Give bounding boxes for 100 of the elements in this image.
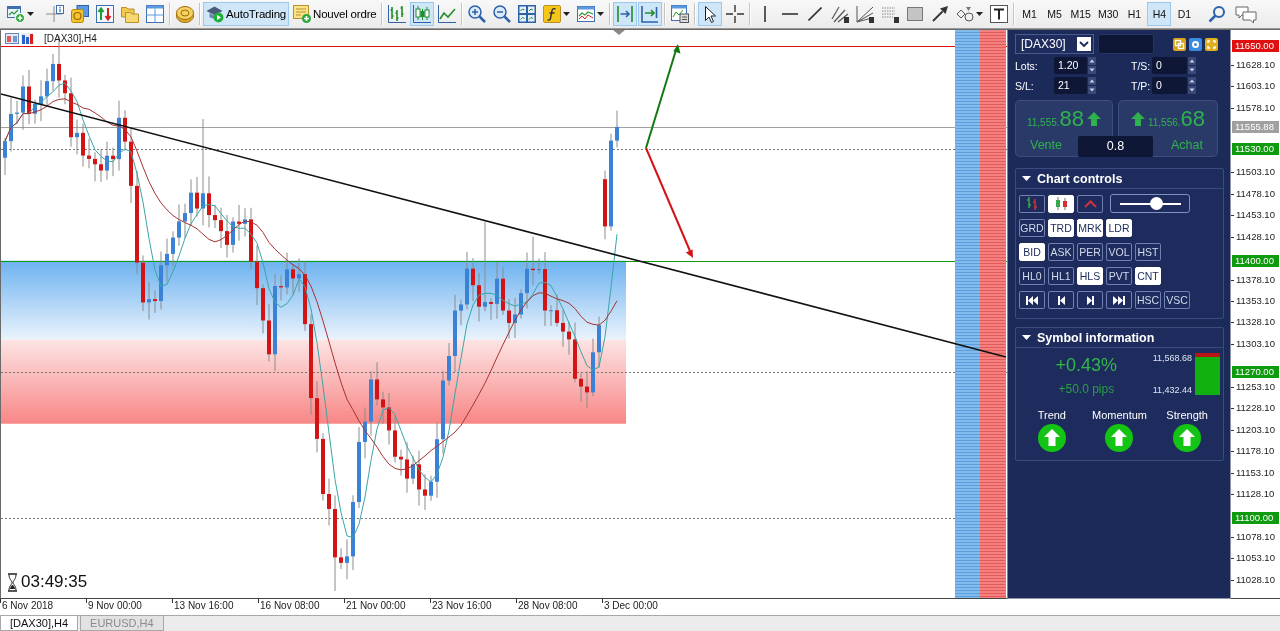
price-label: 11128.10	[1231, 488, 1275, 500]
timeframe-button[interactable]: M30	[1094, 2, 1122, 26]
toggle-button[interactable]: VOL	[1106, 243, 1132, 261]
symbol-select[interactable]: [DAX30]	[1015, 34, 1094, 54]
toggle-button[interactable]: LDR	[1106, 219, 1132, 237]
candlestick-button[interactable]	[410, 2, 435, 26]
timeframe-button[interactable]: D1	[1172, 2, 1197, 26]
trend-line-icon	[808, 7, 823, 21]
field-label: S/L:	[1015, 79, 1035, 92]
caret-down-icon	[27, 12, 34, 16]
timeframe-button[interactable]: M15	[1067, 2, 1094, 26]
template-icon	[577, 5, 596, 23]
toggle-button[interactable]: BID	[1019, 243, 1045, 261]
chart-tab[interactable]: [DAX30],H4	[0, 616, 79, 631]
function-icon	[543, 5, 562, 23]
input-field[interactable]: 0	[1152, 77, 1187, 94]
chat-icon	[1235, 5, 1258, 23]
input-field[interactable]: 0	[1152, 57, 1187, 74]
link-icon	[1173, 37, 1186, 51]
toggle-button[interactable]: CNT	[1135, 267, 1161, 285]
buy-button[interactable]: 11,556.68	[1118, 100, 1218, 136]
low-price: 11,432.44	[1152, 385, 1192, 395]
input-field[interactable]: 1.20	[1054, 57, 1087, 74]
indicator-label: Trend	[1037, 409, 1066, 421]
timeframe-button[interactable]: H4	[1147, 2, 1172, 26]
new-chart-icon	[7, 5, 25, 23]
autotrading-button[interactable]: AutoTrading	[203, 2, 290, 26]
toggle-button[interactable]: GRD	[1019, 219, 1045, 237]
price-marker: 11400.00	[1232, 254, 1279, 267]
first-bar-button[interactable]	[1019, 291, 1045, 309]
chart-shift-icon	[616, 5, 635, 23]
line-chart-button[interactable]	[1077, 194, 1103, 213]
scale-button[interactable]: HSC	[1135, 291, 1161, 309]
toggle-button[interactable]: HL1	[1048, 267, 1074, 285]
toggle-button[interactable]: MRK	[1077, 219, 1103, 237]
toggle-button[interactable]: TRD	[1048, 219, 1074, 237]
section-header[interactable]: Chart controls	[1016, 169, 1223, 189]
rectangle-icon	[907, 7, 924, 21]
section-header[interactable]: Symbol information	[1016, 328, 1223, 348]
window-layout-button[interactable]	[143, 2, 167, 26]
slider-thumb[interactable]	[1149, 197, 1163, 210]
skip-last-icon	[1113, 295, 1125, 305]
sell-button[interactable]: 11,555.88	[1015, 100, 1113, 136]
arrow-icon	[932, 6, 949, 22]
toggle-button[interactable]: HL0	[1019, 267, 1045, 285]
candlestick-icon	[1054, 197, 1068, 210]
price-marker: 11555.88	[1232, 120, 1279, 133]
timeframe-button[interactable]: H1	[1122, 2, 1147, 26]
line-chart-icon	[1083, 199, 1097, 208]
input-field[interactable]	[1098, 34, 1154, 54]
chart-properties-icon	[671, 5, 690, 23]
caret-down-icon	[597, 12, 605, 16]
auto-scroll-button[interactable]	[638, 2, 663, 26]
navigator-button[interactable]	[93, 2, 117, 26]
text-icon	[990, 5, 1009, 23]
timeframe-button[interactable]: M5	[1042, 2, 1067, 26]
change-percent: +0.43%	[1055, 355, 1118, 376]
timeframe-button[interactable]: M1	[1017, 2, 1042, 26]
cursor-button[interactable]	[698, 2, 723, 26]
coin-icon	[176, 5, 194, 23]
spinner-icon	[1087, 57, 1096, 74]
auto-scroll-icon	[641, 5, 660, 23]
bar-chart-icon	[1026, 197, 1038, 210]
toggle-button[interactable]: HST	[1135, 243, 1161, 261]
cursor-icon	[705, 5, 716, 23]
buy-label[interactable]: Achat	[1153, 136, 1218, 157]
sell-label[interactable]: Vente	[1015, 136, 1078, 157]
crosshair-icon	[726, 5, 745, 23]
price-marker: 11530.00	[1232, 143, 1279, 156]
field-label: T/S:	[1131, 59, 1152, 72]
toggle-button[interactable]: ASK	[1048, 243, 1074, 261]
input-field[interactable]: 21	[1054, 77, 1087, 94]
tile-windows-icon	[518, 5, 537, 23]
shapes-icon	[956, 5, 975, 23]
market-watch-button[interactable]	[68, 2, 92, 26]
window-layout-icon	[146, 5, 164, 23]
toggle-button[interactable]: HLS	[1077, 267, 1103, 285]
fan-icon	[856, 5, 875, 23]
previous-bar-button[interactable]	[1048, 291, 1074, 309]
new-order-button[interactable]: Nouvel ordre	[290, 2, 380, 26]
price-marker: 11100.00	[1232, 512, 1279, 525]
line-chart-icon	[438, 5, 457, 23]
chart-title: [DAX30],H4	[44, 33, 97, 44]
candlestick-icon	[413, 5, 432, 23]
skip-first-icon	[1026, 295, 1038, 305]
zoom-slider[interactable]	[1110, 194, 1190, 213]
last-bar-button[interactable]	[1106, 291, 1132, 309]
spread-value: 0.8	[1078, 136, 1153, 157]
chart-shift-button[interactable]	[613, 2, 638, 26]
toggle-button[interactable]: PER	[1077, 243, 1103, 261]
bar-chart-button[interactable]	[1019, 194, 1045, 213]
bar-timer: 03:49:35	[21, 572, 88, 592]
next-bar-button[interactable]	[1077, 291, 1103, 309]
vertical-line-icon	[764, 6, 767, 22]
scale-button[interactable]: VSC	[1164, 291, 1190, 309]
indicator-label: Strength	[1166, 409, 1208, 421]
toggle-button[interactable]: PVT	[1106, 267, 1132, 285]
cap-play-icon	[206, 5, 224, 23]
spinner-icon	[1187, 77, 1196, 94]
spinner-icon	[1187, 57, 1196, 74]
